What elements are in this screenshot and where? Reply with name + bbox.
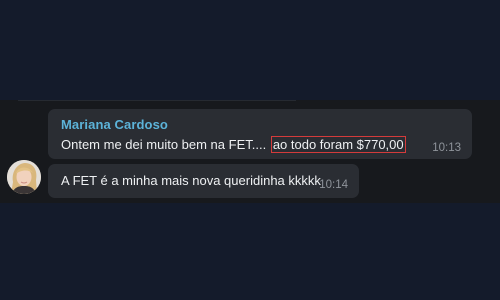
chat-screenshot: Mariana Cardoso Ontem me dei muito bem n… — [0, 0, 500, 300]
avatar[interactable] — [7, 160, 41, 194]
chat-area: Mariana Cardoso Ontem me dei muito bem n… — [0, 100, 500, 203]
message-bubble[interactable]: Mariana Cardoso Ontem me dei muito bem n… — [48, 109, 472, 159]
sender-name[interactable]: Mariana Cardoso — [61, 117, 168, 132]
message-bubble[interactable]: A FET é a minha mais nova queridinha kkk… — [48, 164, 359, 198]
message-text: Ontem me dei muito bem na FET.... ao tod… — [61, 136, 406, 153]
message-text: A FET é a minha mais nova queridinha kkk… — [61, 173, 321, 188]
divider — [18, 100, 296, 101]
message-time: 10:14 — [319, 179, 348, 191]
user-photo-avatar-icon — [7, 160, 41, 194]
message-time: 10:13 — [432, 142, 461, 154]
message-text-start: Ontem me dei muito bem na FET.... — [61, 137, 270, 152]
highlighted-amount: ao todo foram $770,00 — [270, 136, 406, 153]
